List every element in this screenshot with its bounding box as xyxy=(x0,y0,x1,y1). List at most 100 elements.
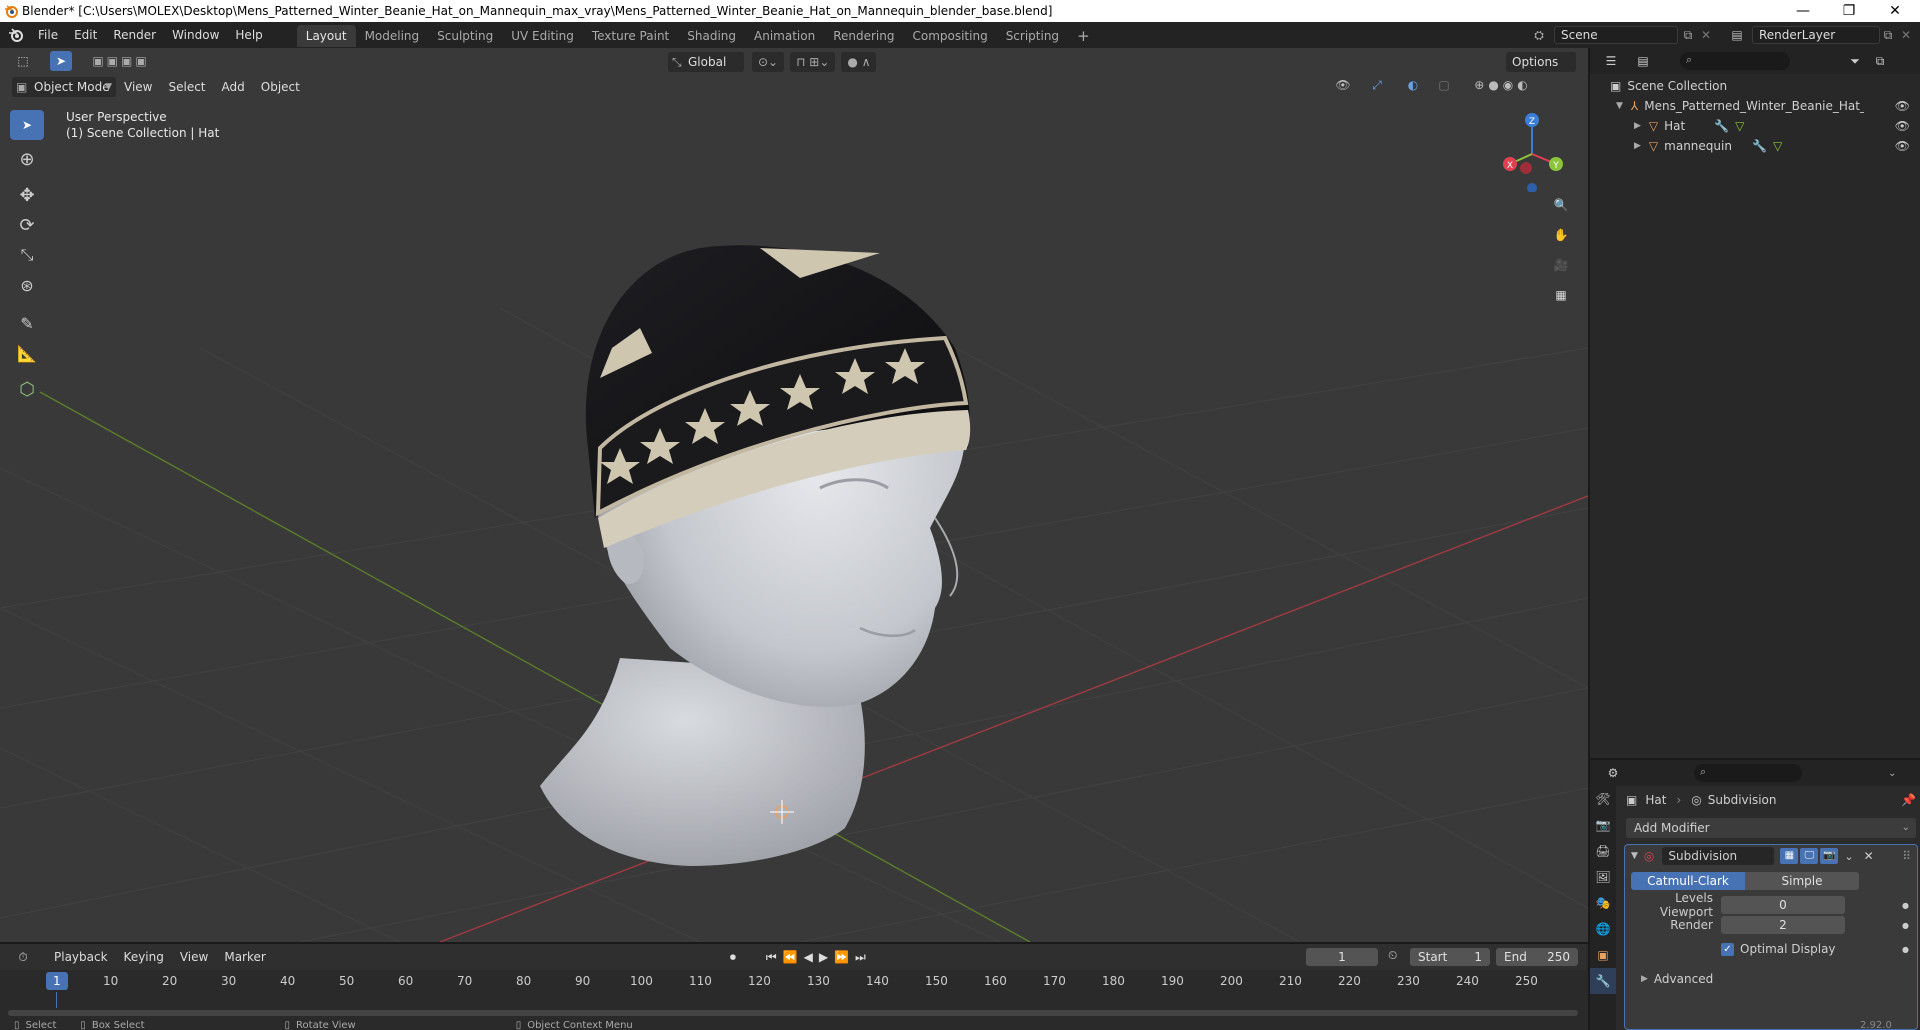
add-workspace-button[interactable]: + xyxy=(1068,25,1099,47)
tab-texture-paint[interactable]: Texture Paint xyxy=(583,25,678,47)
visibility-icon[interactable]: 👁 xyxy=(1330,78,1356,92)
keyframe-dot-icon[interactable]: ● xyxy=(1902,901,1909,910)
outliner-editor-type-icon[interactable]: ☰ xyxy=(1598,54,1624,68)
cursor-tool[interactable]: ⊕ xyxy=(10,144,44,174)
visibility-eye-icon[interactable]: 👁 xyxy=(1895,99,1910,113)
pivot-point-icon[interactable]: ⊙⌄ xyxy=(752,52,785,72)
modifier-wrench-icon[interactable]: 🔧 xyxy=(1714,119,1729,133)
modifier-tab-icon[interactable]: 🔧 xyxy=(1590,968,1616,994)
object-mode-dropdown[interactable]: ▣ Object Mode ▼ xyxy=(12,77,116,97)
tab-sculpting[interactable]: Sculpting xyxy=(428,25,502,47)
render-levels-field[interactable]: 2 xyxy=(1721,916,1845,934)
advanced-section[interactable]: ▶ Advanced xyxy=(1625,969,1917,989)
overlays-icon[interactable]: ◐ xyxy=(1398,78,1428,92)
menu-select[interactable]: Select xyxy=(160,76,213,98)
selection-mode-icons[interactable]: ▣▣▣▣ xyxy=(86,54,156,68)
camera-view-icon[interactable]: 🎥 xyxy=(1548,252,1574,278)
render-toggle-icon[interactable]: 📷 xyxy=(1820,848,1839,864)
close-window-button[interactable]: ✕ xyxy=(1872,0,1918,22)
timeline-scrollbar[interactable] xyxy=(8,1010,1578,1016)
remove-modifier-icon[interactable]: ✕ xyxy=(1864,849,1874,863)
render-tab-icon[interactable]: 📷 xyxy=(1590,812,1616,838)
timeline-editor-type-icon[interactable]: ⏱ xyxy=(10,950,36,965)
view-layer-field[interactable]: RenderLayer xyxy=(1752,26,1880,44)
tree-item-collection[interactable]: ▼ ⅄ Mens_Patterned_Winter_Beanie_Hat_on_… xyxy=(1590,96,1920,116)
move-tool[interactable]: ✥ xyxy=(10,180,44,210)
tab-scripting[interactable]: Scripting xyxy=(997,25,1068,47)
shading-mode-icons[interactable]: ⊕●◉◐ xyxy=(1460,78,1546,92)
menu-window[interactable]: Window xyxy=(164,22,227,48)
new-view-layer-icon[interactable]: ⧉ xyxy=(1880,27,1896,43)
tab-rendering[interactable]: Rendering xyxy=(824,25,903,47)
options-dropdown[interactable]: Options xyxy=(1506,52,1576,72)
object-tab-icon[interactable]: ▣ xyxy=(1590,942,1616,968)
maximize-button[interactable]: ❐ xyxy=(1826,0,1872,22)
collapse-icon[interactable]: ▼ xyxy=(1631,851,1638,861)
menu-object[interactable]: Object xyxy=(253,76,308,98)
select-box-tool[interactable]: ➤ xyxy=(10,110,44,140)
add-cube-tool[interactable]: ⬡ xyxy=(10,374,44,404)
xray-icon[interactable]: ▢ xyxy=(1434,78,1454,92)
3d-viewport[interactable]: ⬚ ➤ ▣▣▣▣ ▣ Object Mode ▼ View Select Add… xyxy=(0,48,1588,942)
snap-icon[interactable]: ⊓ ⊞⌄ xyxy=(790,52,836,72)
end-frame-field[interactable]: End 250 xyxy=(1496,948,1578,966)
menu-playback[interactable]: Playback xyxy=(46,944,116,970)
tool-tab-icon[interactable]: 🛠 xyxy=(1590,786,1616,812)
navigation-gizmo[interactable]: Z Y X xyxy=(1496,108,1568,192)
scene-tab-icon[interactable]: 🎭 xyxy=(1590,890,1616,916)
view-layer-icon[interactable]: ▤ xyxy=(1724,27,1750,43)
gizmo-toggle-icon[interactable]: ⤢ xyxy=(1362,78,1392,93)
current-frame-field[interactable]: 1 xyxy=(1306,948,1378,966)
tree-item-hat[interactable]: ▶ ▽ Hat 🔧 ▽ 👁 xyxy=(1590,116,1920,136)
properties-search-input[interactable]: ⌕ xyxy=(1694,764,1802,782)
filter-icon[interactable]: ⏷ xyxy=(1844,54,1866,69)
menu-help[interactable]: Help xyxy=(227,22,270,48)
catmull-clark-option[interactable]: Catmull-Clark xyxy=(1631,872,1745,890)
menu-timeline-view[interactable]: View xyxy=(172,944,216,970)
annotate-tool[interactable]: ✎ xyxy=(10,308,44,338)
visibility-eye-icon[interactable]: 👁 xyxy=(1895,119,1910,133)
menu-add[interactable]: Add xyxy=(214,76,253,98)
tab-shading[interactable]: Shading xyxy=(678,25,745,47)
transform-orientation-dropdown[interactable]: ⤡ Global xyxy=(668,52,744,72)
menu-keying[interactable]: Keying xyxy=(116,944,172,970)
record-icon[interactable]: ⏺ xyxy=(730,950,736,965)
tree-item-mannequin[interactable]: ▶ ▽ mannequin 🔧 ▽ 👁 xyxy=(1590,136,1920,156)
delete-scene-icon[interactable]: ✕ xyxy=(1698,27,1714,43)
tab-compositing[interactable]: Compositing xyxy=(903,25,996,47)
levels-viewport-field[interactable]: 0 xyxy=(1721,896,1845,914)
mesh-data-icon[interactable]: ▽ xyxy=(1735,119,1744,133)
tab-uv-editing[interactable]: UV Editing xyxy=(502,25,583,47)
menu-view[interactable]: View xyxy=(116,76,160,98)
add-modifier-dropdown[interactable]: Add Modifier ⌄ xyxy=(1626,818,1916,838)
start-frame-field[interactable]: Start 1 xyxy=(1410,948,1490,966)
visibility-eye-icon[interactable]: 👁 xyxy=(1895,139,1910,153)
keyframe-dot-icon[interactable]: ● xyxy=(1902,921,1909,930)
new-collection-icon[interactable]: ⧉ xyxy=(1872,54,1888,69)
modifier-name-field[interactable]: Subdivision xyxy=(1662,847,1775,865)
tree-root[interactable]: ▣ Scene Collection xyxy=(1590,76,1920,96)
outliner-search-input[interactable]: ⌕ xyxy=(1680,52,1790,70)
scene-field[interactable]: Scene xyxy=(1554,26,1678,44)
properties-editor-type-icon[interactable]: ⚙ xyxy=(1600,766,1626,780)
modifier-wrench-icon[interactable]: 🔧 xyxy=(1752,139,1767,153)
chevron-down-icon[interactable]: ⌄ xyxy=(1888,768,1896,779)
simple-option[interactable]: Simple xyxy=(1745,872,1859,890)
tab-animation[interactable]: Animation xyxy=(745,25,824,47)
new-scene-icon[interactable]: ⧉ xyxy=(1680,27,1696,43)
tab-modeling[interactable]: Modeling xyxy=(356,25,429,47)
blender-menu-icon[interactable] xyxy=(8,27,24,43)
pin-icon[interactable]: 📌 xyxy=(1901,793,1916,807)
select-tool-icon[interactable]: ➤ xyxy=(50,51,72,71)
transform-tool[interactable]: ⊛ xyxy=(10,270,44,300)
menu-marker[interactable]: Marker xyxy=(216,944,273,970)
pan-hand-icon[interactable]: ✋ xyxy=(1548,222,1574,248)
edit-mode-toggle-icon[interactable]: ▦ xyxy=(1780,848,1799,864)
world-tab-icon[interactable]: 🌐 xyxy=(1590,916,1616,942)
tab-layout[interactable]: Layout xyxy=(296,25,356,47)
measure-tool[interactable]: 📐 xyxy=(10,338,44,368)
playback-controls[interactable]: ⏮⏪◀▶⏩⏭ xyxy=(766,950,872,965)
drag-handle-icon[interactable]: ⠿ xyxy=(1902,849,1911,863)
ortho-grid-icon[interactable]: ▦ xyxy=(1548,282,1574,308)
scene-type-icon[interactable]: ⛭ xyxy=(1526,27,1552,43)
